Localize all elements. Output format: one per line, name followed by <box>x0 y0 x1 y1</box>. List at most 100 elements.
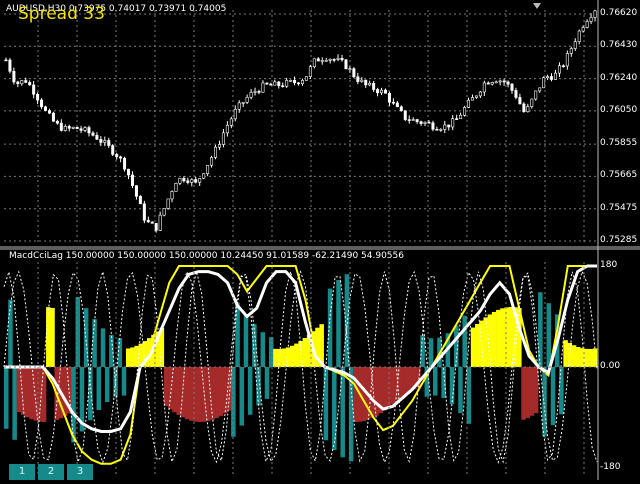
candle-body <box>304 76 308 81</box>
candle-body <box>107 140 111 146</box>
candle-body <box>95 135 99 140</box>
candle-body <box>530 98 534 108</box>
histogram-bar <box>205 367 211 422</box>
candle-body <box>51 112 55 122</box>
candle-body <box>565 53 569 67</box>
price-chart-svg <box>0 0 640 480</box>
histogram-bar <box>500 308 505 367</box>
candle-body <box>186 180 190 183</box>
histogram-bar <box>218 367 223 416</box>
candle-body <box>257 91 261 93</box>
histogram-bar <box>125 348 131 367</box>
histogram-bar <box>214 367 219 419</box>
candle-body <box>277 81 281 87</box>
candle-body <box>237 102 241 110</box>
histogram-bar <box>470 327 476 367</box>
candle-body <box>585 21 589 28</box>
candle-body <box>380 89 384 94</box>
candle-body <box>573 41 577 49</box>
candle-body <box>297 82 301 85</box>
candle-body <box>538 87 542 92</box>
histogram-bar <box>475 324 480 367</box>
candle-body <box>162 208 166 216</box>
candle-body <box>364 79 368 86</box>
candle-body <box>482 82 486 93</box>
histogram-bar <box>575 346 581 367</box>
histogram-bar <box>504 307 509 367</box>
histogram-bar <box>33 367 38 421</box>
tab-1[interactable]: 1 <box>9 464 35 480</box>
price-tick-label: 0.75665 <box>600 170 638 181</box>
candle-body <box>419 121 423 124</box>
histogram-bar <box>567 342 573 367</box>
candle-body <box>32 84 36 95</box>
candle-body <box>198 177 202 183</box>
histogram-bar <box>96 367 102 411</box>
candle-body <box>407 119 411 121</box>
candle-body <box>459 114 463 119</box>
histogram-bar <box>289 345 295 367</box>
candle-body <box>47 110 51 114</box>
histogram-bar <box>168 367 173 410</box>
histogram-bar <box>243 313 249 367</box>
candle-body <box>506 81 510 85</box>
histogram-bar <box>521 367 526 420</box>
candle-body <box>245 96 249 103</box>
candle-body <box>411 119 415 121</box>
histogram-bar <box>100 328 106 367</box>
candle-body <box>316 58 320 62</box>
candle-body <box>478 91 482 97</box>
histogram-bar <box>458 367 463 414</box>
candle-body <box>320 60 324 62</box>
histogram-bar <box>395 367 400 401</box>
candle-body <box>241 102 245 104</box>
candle-body <box>494 81 498 84</box>
candle-body <box>546 76 550 79</box>
histogram-bar <box>353 367 358 422</box>
candle-body <box>399 106 403 111</box>
candle-body <box>99 139 103 143</box>
candle-body <box>569 48 573 54</box>
candle-body <box>154 223 158 231</box>
candle-body <box>553 72 557 80</box>
candle-body <box>443 124 447 130</box>
histogram-bar <box>508 307 514 367</box>
price-tick-label: 0.75285 <box>600 235 638 245</box>
chart-area <box>0 0 640 480</box>
candle-body <box>360 79 364 82</box>
candle-body <box>221 132 225 145</box>
histogram-bar <box>533 367 539 414</box>
candle-body <box>115 154 119 158</box>
histogram-bar <box>361 367 366 422</box>
histogram-bar <box>529 367 535 416</box>
histogram-bar <box>483 317 488 367</box>
candle-body <box>395 102 399 108</box>
candle-body <box>182 177 186 182</box>
candle-body <box>490 82 494 85</box>
histogram-bar <box>546 303 552 367</box>
candle-body <box>498 80 502 83</box>
price-tick-label: 0.76430 <box>600 40 638 51</box>
price-tick-label: 0.75855 <box>600 138 638 149</box>
candle-body <box>28 82 32 86</box>
candle-body <box>593 10 597 18</box>
candle-body <box>253 91 257 93</box>
candle-body <box>324 60 328 62</box>
candle-body <box>403 110 407 120</box>
candle-body <box>352 68 356 78</box>
candle-body <box>63 126 67 131</box>
tab-2[interactable]: 2 <box>38 464 64 480</box>
candle-body <box>123 157 127 170</box>
price-tick-label: 0.75475 <box>600 202 638 213</box>
candle-body <box>261 82 265 93</box>
candle-body <box>233 108 237 120</box>
candle-body <box>383 89 387 94</box>
candle-body <box>439 129 443 131</box>
candle-body <box>285 80 289 87</box>
candle-body <box>55 120 59 124</box>
histogram-bar <box>390 367 396 405</box>
candle-body <box>518 97 522 105</box>
candle-body <box>557 65 561 74</box>
tab-3[interactable]: 3 <box>67 464 93 480</box>
candle-body <box>356 76 360 82</box>
